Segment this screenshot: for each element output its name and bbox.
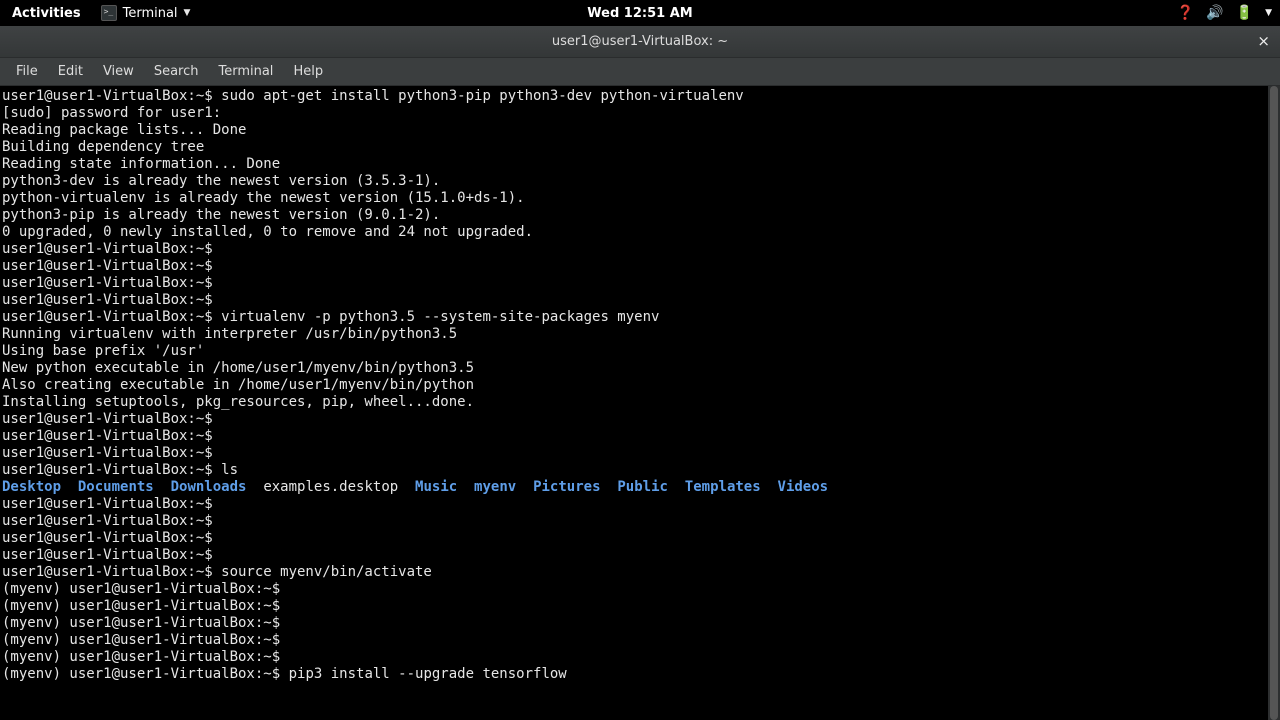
- terminal-line: user1@user1-VirtualBox:~$: [2, 496, 1278, 513]
- terminal-line: Also creating executable in /home/user1/…: [2, 377, 1278, 394]
- menu-view[interactable]: View: [93, 60, 144, 83]
- clock[interactable]: Wed 12:51 AM: [587, 6, 692, 21]
- terminal-line: user1@user1-VirtualBox:~$ source myenv/b…: [2, 564, 1278, 581]
- app-menu[interactable]: Terminal ▼: [93, 1, 199, 25]
- terminal-line: user1@user1-VirtualBox:~$: [2, 547, 1278, 564]
- directory-entry: Desktop: [2, 479, 61, 495]
- gnome-topbar: Activities Terminal ▼ Wed 12:51 AM ❓ 🔊 🔋…: [0, 0, 1280, 26]
- volume-icon[interactable]: 🔊: [1206, 5, 1223, 21]
- terminal-line: Reading package lists... Done: [2, 122, 1278, 139]
- terminal-line: (myenv) user1@user1-VirtualBox:~$: [2, 598, 1278, 615]
- accessibility-icon[interactable]: ❓: [1177, 5, 1194, 21]
- battery-icon[interactable]: 🔋: [1236, 5, 1253, 21]
- terminal-line: (myenv) user1@user1-VirtualBox:~$: [2, 649, 1278, 666]
- terminal-line: (myenv) user1@user1-VirtualBox:~$: [2, 632, 1278, 649]
- terminal-viewport[interactable]: user1@user1-VirtualBox:~$ sudo apt-get i…: [0, 86, 1280, 720]
- directory-entry: Videos: [778, 479, 829, 495]
- terminal-window: user1@user1-VirtualBox: ~ × File Edit Vi…: [0, 26, 1280, 720]
- terminal-line: Reading state information... Done: [2, 156, 1278, 173]
- terminal-line: Running virtualenv with interpreter /usr…: [2, 326, 1278, 343]
- chevron-down-icon[interactable]: ▼: [1265, 8, 1272, 18]
- menu-search[interactable]: Search: [144, 60, 209, 83]
- close-icon[interactable]: ×: [1257, 32, 1270, 50]
- terminal-line: (myenv) user1@user1-VirtualBox:~$: [2, 615, 1278, 632]
- directory-entry: Downloads: [171, 479, 247, 495]
- terminal-line: (myenv) user1@user1-VirtualBox:~$: [2, 581, 1278, 598]
- terminal-line: user1@user1-VirtualBox:~$ virtualenv -p …: [2, 309, 1278, 326]
- terminal-icon: [101, 5, 117, 21]
- directory-entry: Documents: [78, 479, 154, 495]
- terminal-line: Building dependency tree: [2, 139, 1278, 156]
- app-menu-label: Terminal: [123, 6, 178, 21]
- directory-entry: Pictures: [533, 479, 600, 495]
- activities-button[interactable]: Activities: [0, 2, 93, 25]
- chevron-down-icon: ▼: [184, 8, 191, 18]
- directory-entry: Public: [617, 479, 668, 495]
- ls-output: Desktop Documents Downloads examples.des…: [2, 479, 1278, 496]
- terminal-line: user1@user1-VirtualBox:~$ sudo apt-get i…: [2, 88, 1278, 105]
- terminal-line: user1@user1-VirtualBox:~$: [2, 411, 1278, 428]
- menu-help[interactable]: Help: [283, 60, 333, 83]
- terminal-line: python-virtualenv is already the newest …: [2, 190, 1278, 207]
- menu-edit[interactable]: Edit: [48, 60, 93, 83]
- terminal-line: user1@user1-VirtualBox:~$: [2, 292, 1278, 309]
- terminal-line: user1@user1-VirtualBox:~$ ls: [2, 462, 1278, 479]
- terminal-line: Using base prefix '/usr': [2, 343, 1278, 360]
- terminal-line: user1@user1-VirtualBox:~$: [2, 275, 1278, 292]
- directory-entry: myenv: [474, 479, 516, 495]
- terminal-line: Installing setuptools, pkg_resources, pi…: [2, 394, 1278, 411]
- terminal-line: python3-dev is already the newest versio…: [2, 173, 1278, 190]
- terminal-line: 0 upgraded, 0 newly installed, 0 to remo…: [2, 224, 1278, 241]
- menubar: File Edit View Search Terminal Help: [0, 58, 1280, 86]
- terminal-line: user1@user1-VirtualBox:~$: [2, 445, 1278, 462]
- terminal-line: user1@user1-VirtualBox:~$: [2, 241, 1278, 258]
- file-entry: examples.desktop: [263, 479, 398, 495]
- terminal-line: [sudo] password for user1:: [2, 105, 1278, 122]
- terminal-line: user1@user1-VirtualBox:~$: [2, 428, 1278, 445]
- window-titlebar[interactable]: user1@user1-VirtualBox: ~ ×: [0, 26, 1280, 58]
- menu-terminal[interactable]: Terminal: [208, 60, 283, 83]
- terminal-line: user1@user1-VirtualBox:~$: [2, 513, 1278, 530]
- menu-file[interactable]: File: [6, 60, 48, 83]
- scrollbar-thumb[interactable]: [1270, 86, 1278, 720]
- terminal-line: python3-pip is already the newest versio…: [2, 207, 1278, 224]
- directory-entry: Music: [415, 479, 457, 495]
- scrollbar[interactable]: [1268, 86, 1280, 720]
- terminal-line: user1@user1-VirtualBox:~$: [2, 258, 1278, 275]
- system-status-area[interactable]: ❓ 🔊 🔋 ▼: [1177, 5, 1272, 21]
- terminal-line: New python executable in /home/user1/mye…: [2, 360, 1278, 377]
- terminal-line: user1@user1-VirtualBox:~$: [2, 530, 1278, 547]
- window-title: user1@user1-VirtualBox: ~: [552, 34, 728, 49]
- terminal-line: (myenv) user1@user1-VirtualBox:~$ pip3 i…: [2, 666, 1278, 683]
- directory-entry: Templates: [685, 479, 761, 495]
